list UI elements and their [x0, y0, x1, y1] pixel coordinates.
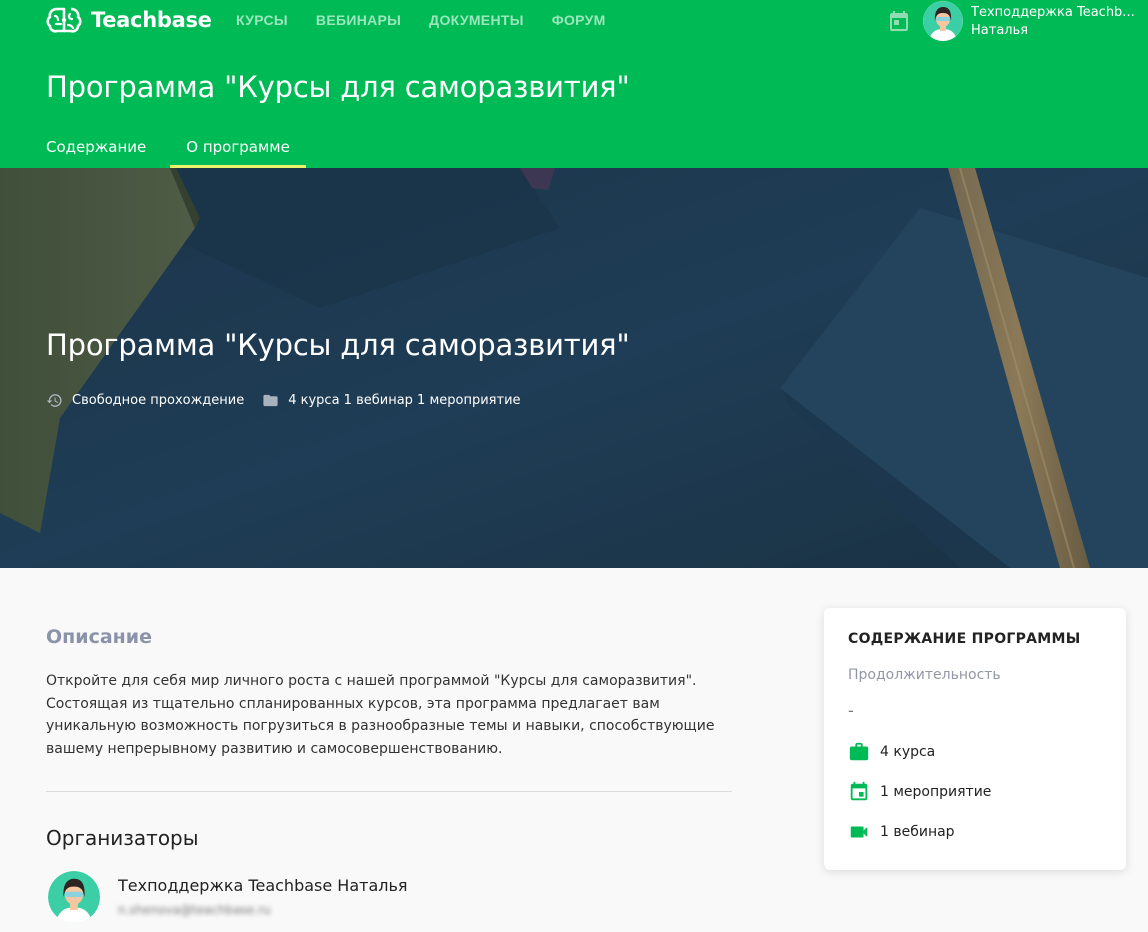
duration-label: Продолжительность: [848, 667, 1001, 683]
tab-contents[interactable]: Содержание: [46, 126, 146, 168]
history-icon: [46, 394, 62, 407]
user-name-second-line[interactable]: Наталья: [971, 22, 1028, 40]
video-camera-icon: [850, 826, 868, 838]
brain-logo-icon: [46, 7, 82, 33]
calendar-event-icon: [850, 781, 868, 801]
nav-item-documents[interactable]: ДОКУМЕНТЫ: [429, 12, 524, 28]
card-row-courses: 4 курса: [848, 741, 935, 763]
organizer-email: n.shenova@teachbase.ru: [118, 903, 271, 917]
nav-item-forum[interactable]: ФОРУМ: [552, 12, 606, 28]
program-contents-card: СОДЕРЖАНИЕ ПРОГРАММЫ Продолжительность -…: [824, 608, 1126, 870]
calendar-icon[interactable]: [887, 9, 911, 33]
organizer-avatar[interactable]: [48, 871, 100, 923]
divider: [46, 791, 732, 792]
description-title: Описание: [46, 626, 153, 648]
hero-meta: Свободное прохождение 4 курса 1 вебинар …: [46, 392, 521, 409]
tab-about-program[interactable]: О программе: [170, 126, 306, 168]
program-contents-summary: 4 курса 1 вебинар 1 мероприятие: [288, 393, 521, 408]
header: Teachbase КУРСЫ ВЕБИНАРЫ ДОКУМЕНТЫ ФОРУМ…: [0, 0, 1148, 168]
avatar-image: [923, 1, 963, 41]
hero-title: Программа "Курсы для саморазвития": [46, 328, 630, 362]
main-nav: КУРСЫ ВЕБИНАРЫ ДОКУМЕНТЫ ФОРУМ: [236, 12, 634, 28]
description-text: Откройте для себя мир личного роста с на…: [46, 673, 715, 757]
duration-value: -: [848, 701, 854, 720]
nav-item-webinars[interactable]: ВЕБИНАРЫ: [316, 12, 401, 28]
logo[interactable]: Teachbase: [46, 5, 212, 35]
webinars-count: 1 вебинар: [880, 824, 955, 840]
folder-icon: [263, 394, 278, 407]
organizer-name[interactable]: Техподдержка Teachbase Наталья: [118, 876, 408, 895]
events-count: 1 мероприятие: [880, 784, 992, 800]
hero-banner: Программа "Курсы для саморазвития" Свобо…: [0, 168, 1148, 568]
hero-background-image: [0, 168, 1148, 568]
completion-mode: Свободное прохождение: [72, 393, 245, 408]
user-name[interactable]: Техподдержка Teachb...: [971, 4, 1141, 22]
page-title: Программа "Курсы для саморазвития": [46, 70, 630, 104]
logo-text: Teachbase: [91, 8, 212, 32]
organizers-title: Организаторы: [46, 826, 199, 850]
card-row-webinars: 1 вебинар: [848, 821, 955, 843]
organizer-avatar-image: [48, 871, 100, 923]
card-title: СОДЕРЖАНИЕ ПРОГРАММЫ: [848, 631, 1081, 647]
top-bar: Teachbase КУРСЫ ВЕБИНАРЫ ДОКУМЕНТЫ ФОРУМ…: [0, 0, 1148, 42]
program-tabs: Содержание О программе: [46, 126, 306, 168]
briefcase-icon: [849, 742, 869, 761]
card-row-events: 1 мероприятие: [848, 781, 991, 803]
courses-count: 4 курса: [880, 744, 936, 760]
nav-item-courses[interactable]: КУРСЫ: [236, 12, 288, 28]
user-avatar[interactable]: [923, 1, 963, 41]
